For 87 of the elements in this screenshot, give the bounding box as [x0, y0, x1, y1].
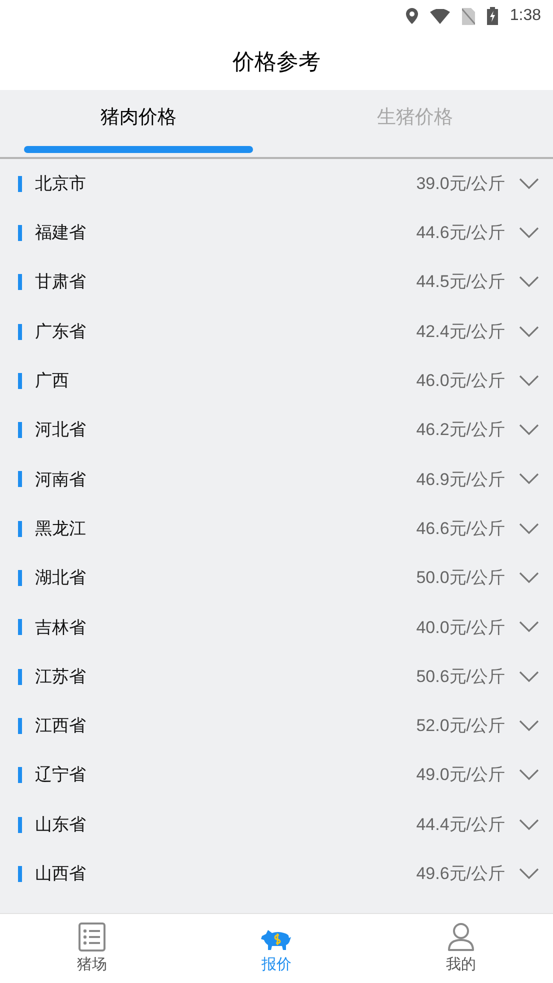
battery-charging-icon — [486, 7, 498, 25]
region-name: 黑龙江 — [35, 518, 86, 540]
region-name: 福建省 — [35, 222, 86, 244]
list-icon — [78, 922, 106, 952]
list-row[interactable]: 河北省 46.2元/公斤 — [0, 405, 553, 455]
chevron-icon[interactable] — [519, 522, 539, 535]
row-marker — [18, 570, 22, 586]
region-name: 河南省 — [35, 468, 86, 491]
row-marker — [18, 274, 22, 290]
region-name: 北京市 — [35, 172, 86, 195]
price-text: 42.4元/公斤 — [416, 320, 505, 343]
region-name: 山东省 — [35, 814, 86, 836]
row-marker — [18, 619, 22, 636]
price-text: 46.0元/公斤 — [416, 370, 505, 392]
price-text: 46.9元/公斤 — [416, 468, 505, 491]
status-time: 1:38 — [510, 6, 541, 26]
tab[interactable]: 猪肉价格 — [100, 90, 176, 146]
chevron-icon[interactable] — [519, 178, 539, 190]
region-name: 江西省 — [35, 715, 86, 738]
chevron-icon[interactable] — [519, 868, 539, 880]
list-row[interactable]: 黑龙江 46.6元/公斤 — [0, 504, 553, 554]
list-row[interactable]: 河南省 46.9元/公斤 — [0, 454, 553, 504]
row-marker — [18, 224, 22, 241]
region-name: 吉林省 — [35, 616, 86, 639]
row-marker — [18, 422, 22, 438]
row-marker — [18, 718, 22, 734]
list-row[interactable]: 广西 46.0元/公斤 — [0, 356, 553, 406]
chevron-icon[interactable] — [519, 276, 539, 288]
chevron-icon[interactable] — [519, 720, 539, 732]
price-text: 44.5元/公斤 — [416, 271, 505, 294]
price-text: 49.0元/公斤 — [416, 764, 505, 786]
price-text: 49.6元/公斤 — [416, 863, 505, 886]
nav-item[interactable]: 猪场 — [0, 914, 184, 983]
row-marker — [18, 668, 22, 685]
row-marker — [18, 767, 22, 784]
row-marker — [18, 866, 22, 882]
chevron-icon[interactable] — [519, 572, 539, 584]
list-row[interactable]: 江西省 52.0元/公斤 — [0, 701, 553, 751]
region-name: 甘肃省 — [35, 271, 86, 294]
row-marker — [18, 520, 22, 537]
list-row[interactable]: 辽宁省 49.0元/公斤 — [0, 750, 553, 800]
region-name: 河北省 — [35, 419, 86, 442]
region-name: 湖北省 — [35, 567, 86, 590]
price-text: 46.2元/公斤 — [416, 419, 505, 442]
chevron-icon[interactable] — [519, 769, 539, 782]
price-text: 46.6元/公斤 — [416, 518, 505, 540]
chevron-icon[interactable] — [519, 374, 539, 387]
region-name: 广东省 — [35, 320, 86, 343]
region-name: 广西 — [35, 370, 69, 392]
list-row[interactable]: 湖北省 50.0元/公斤 — [0, 553, 553, 603]
pig-icon — [260, 928, 292, 952]
chevron-icon[interactable] — [519, 226, 539, 239]
chevron-icon[interactable] — [519, 818, 539, 830]
price-text: 44.4元/公斤 — [416, 814, 505, 836]
person-icon — [446, 922, 475, 952]
nav-item[interactable]: 我的 — [368, 914, 553, 983]
chevron-icon[interactable] — [519, 621, 539, 634]
chevron-icon[interactable] — [519, 473, 539, 486]
list-row[interactable]: 山东省 44.4元/公斤 — [0, 800, 553, 850]
list-row[interactable]: 甘肃省 44.5元/公斤 — [0, 258, 553, 307]
row-marker — [18, 324, 22, 340]
region-name: 江苏省 — [35, 666, 86, 688]
no-sim-icon — [462, 8, 475, 24]
row-marker — [18, 176, 22, 192]
list-row[interactable]: 福建省 44.6元/公斤 — [0, 208, 553, 258]
list-row[interactable]: 北京市 39.0元/公斤 — [0, 159, 553, 208]
wifi-icon — [430, 8, 450, 24]
region-name: 山西省 — [35, 863, 86, 886]
region-name: 辽宁省 — [35, 764, 86, 786]
price-text: 44.6元/公斤 — [416, 222, 505, 244]
page-title: 价格参考 — [232, 48, 320, 76]
price-text: 50.0元/公斤 — [416, 567, 505, 590]
price-text: 39.0元/公斤 — [416, 172, 505, 195]
price-text: 50.6元/公斤 — [416, 666, 505, 688]
location-icon — [406, 8, 418, 24]
chevron-icon[interactable] — [519, 424, 539, 436]
price-text: 52.0元/公斤 — [416, 715, 505, 738]
chevron-icon[interactable] — [519, 670, 539, 683]
price-text: 40.0元/公斤 — [416, 616, 505, 639]
list-row[interactable]: 吉林省 40.0元/公斤 — [0, 602, 553, 652]
row-marker — [18, 372, 22, 389]
list-row[interactable]: 江苏省 50.6元/公斤 — [0, 652, 553, 702]
list-row[interactable]: 广东省 42.4元/公斤 — [0, 306, 553, 356]
row-marker — [18, 816, 22, 832]
row-marker — [18, 471, 22, 488]
list-row[interactable]: 山西省 49.6元/公斤 — [0, 849, 553, 898]
chevron-icon[interactable] — [519, 326, 539, 338]
